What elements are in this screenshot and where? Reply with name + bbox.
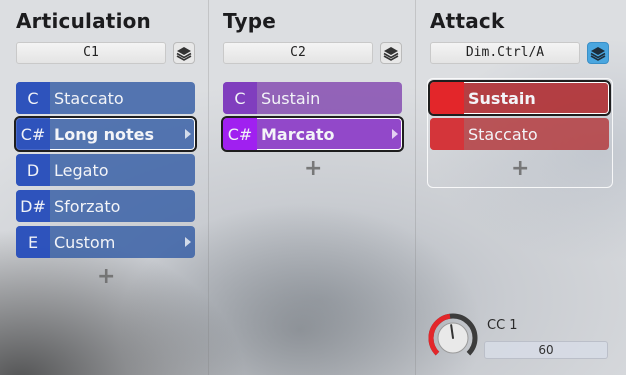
layers-icon xyxy=(590,47,606,61)
type-layers-button[interactable] xyxy=(380,42,402,64)
item-label: Marcato xyxy=(261,124,335,144)
cc-value-field[interactable]: 60 xyxy=(484,341,608,359)
item-label: Sustain xyxy=(468,88,536,108)
item-label: Staccato xyxy=(468,124,538,144)
item-label: Legato xyxy=(54,160,109,180)
column-divider xyxy=(208,0,209,375)
column-divider xyxy=(415,0,416,375)
submenu-arrow-icon xyxy=(392,129,398,139)
attack-trigger-field[interactable]: Dim.Ctrl/A xyxy=(430,42,580,64)
attack-item-staccato[interactable]: Staccato xyxy=(430,118,609,150)
articulation-item-sforzato[interactable]: D# Sforzato xyxy=(16,190,195,222)
item-label: Sustain xyxy=(261,88,321,108)
item-key xyxy=(430,118,464,150)
item-key: D# xyxy=(16,190,50,222)
attack-layers-button[interactable] xyxy=(587,42,609,64)
item-label: Staccato xyxy=(54,88,124,108)
item-key xyxy=(430,82,464,114)
type-trigger-field[interactable]: C2 xyxy=(223,42,373,64)
type-title: Type xyxy=(223,9,276,33)
type-add-button[interactable]: + xyxy=(304,156,322,181)
item-key: C# xyxy=(16,118,50,150)
layers-icon xyxy=(176,47,192,61)
item-label: Long notes xyxy=(54,124,155,144)
articulation-add-button[interactable]: + xyxy=(97,264,115,289)
attack-title: Attack xyxy=(430,9,505,33)
submenu-arrow-icon xyxy=(185,237,191,247)
attack-item-sustain[interactable]: Sustain xyxy=(428,80,611,116)
articulation-title: Articulation xyxy=(16,9,151,33)
articulation-item-custom[interactable]: E Custom xyxy=(16,226,195,258)
articulation-layers-button[interactable] xyxy=(173,42,195,64)
type-item-marcato[interactable]: C# Marcato xyxy=(221,116,404,152)
type-item-sustain[interactable]: C Sustain xyxy=(223,82,402,114)
item-label: Custom xyxy=(54,232,116,252)
item-key: D xyxy=(16,154,50,186)
item-key: C xyxy=(223,82,257,114)
cc-label: CC 1 xyxy=(487,318,518,333)
item-label: Sforzato xyxy=(54,196,121,216)
articulation-item-long-notes[interactable]: C# Long notes xyxy=(14,116,197,152)
item-key: C xyxy=(16,82,50,114)
item-key: C# xyxy=(223,118,257,150)
articulation-item-legato[interactable]: D Legato xyxy=(16,154,195,186)
cc-knob[interactable] xyxy=(428,313,478,363)
layers-icon xyxy=(383,47,399,61)
articulation-trigger-field[interactable]: C1 xyxy=(16,42,166,64)
submenu-arrow-icon xyxy=(185,129,191,139)
item-key: E xyxy=(16,226,50,258)
articulation-item-staccato[interactable]: C Staccato xyxy=(16,82,195,114)
attack-add-button[interactable]: + xyxy=(511,156,529,181)
